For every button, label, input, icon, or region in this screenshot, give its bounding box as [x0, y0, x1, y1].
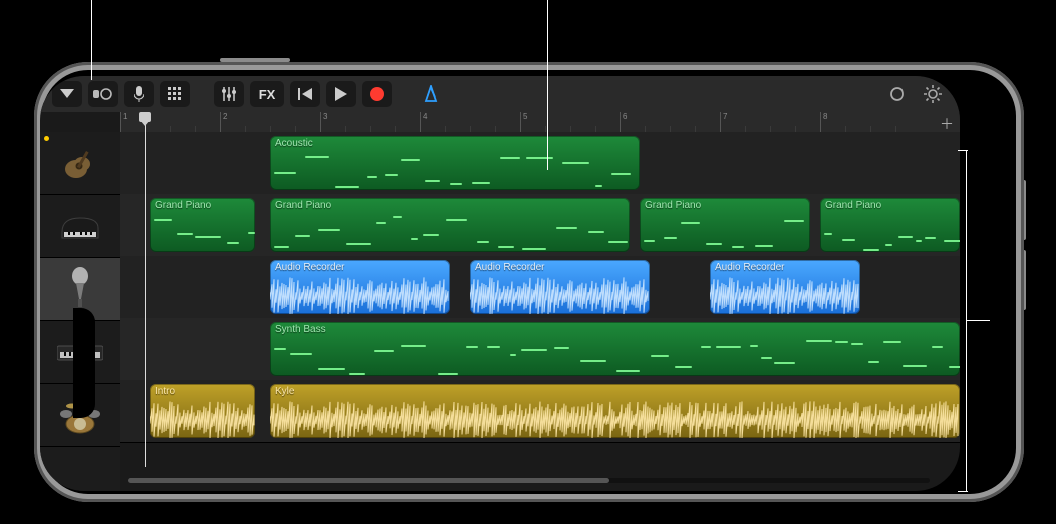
- track-lane[interactable]: Audio Recorder Audio Recorder Audio Record…: [120, 256, 960, 319]
- playhead[interactable]: [145, 112, 146, 467]
- rewind-button[interactable]: [290, 81, 320, 107]
- browser-menu-button[interactable]: [52, 81, 82, 107]
- mixer-button[interactable]: [214, 81, 244, 107]
- track-header-guitar[interactable]: [40, 132, 120, 195]
- region-label: Synth Bass: [270, 322, 960, 337]
- region[interactable]: Grand Piano: [150, 198, 255, 252]
- ruler-bar-5: 5: [520, 112, 527, 132]
- fx-button[interactable]: FX: [250, 81, 284, 107]
- region[interactable]: Synth Bass: [270, 322, 960, 376]
- mic-button[interactable]: [124, 81, 154, 107]
- ruler-bar-4: 4: [420, 112, 427, 132]
- track-lane[interactable]: Intro Kyle: [120, 380, 960, 443]
- app-screen: FX 1 2 3 4 5 6 7 8 ＋: [40, 76, 960, 491]
- region[interactable]: Grand Piano: [640, 198, 810, 252]
- region[interactable]: Audio Recorder: [270, 260, 450, 314]
- timeline-ruler[interactable]: 1 2 3 4 5 6 7 8: [120, 112, 960, 133]
- region-label: Intro: [150, 384, 255, 399]
- callout-line: [958, 150, 968, 151]
- ruler-bar-3: 3: [320, 112, 327, 132]
- region[interactable]: Acoustic: [270, 136, 640, 190]
- scrollbar-thumb[interactable]: [128, 478, 609, 483]
- ruler-bar-1: 1: [120, 112, 127, 132]
- callout-line: [958, 491, 968, 492]
- grid-button[interactable]: [160, 81, 190, 107]
- track-header-piano[interactable]: [40, 195, 120, 258]
- region[interactable]: Grand Piano: [820, 198, 960, 252]
- add-track-button[interactable]: ＋: [940, 114, 954, 134]
- play-button[interactable]: [326, 81, 356, 107]
- region-label: Grand Piano: [640, 198, 810, 213]
- region-label: Audio Recorder: [710, 260, 860, 275]
- region[interactable]: Grand Piano: [270, 198, 630, 252]
- ruler-bar-8: 8: [820, 112, 827, 132]
- region-label: Kyle: [270, 384, 960, 399]
- region-label: Audio Recorder: [270, 260, 450, 275]
- notch: [73, 308, 95, 418]
- region[interactable]: Audio Recorder: [710, 260, 860, 314]
- record-icon: [370, 87, 384, 101]
- region[interactable]: Intro: [150, 384, 255, 438]
- callout-line: [91, 0, 92, 80]
- region-label: Grand Piano: [270, 198, 630, 213]
- control-bar: FX: [40, 76, 960, 112]
- region-label: Acoustic: [270, 136, 640, 151]
- instrument-button[interactable]: [88, 81, 118, 107]
- stage: FX 1 2 3 4 5 6 7 8 ＋: [0, 0, 1056, 524]
- callout-line: [547, 0, 548, 170]
- callout-line: [966, 150, 967, 492]
- ruler-bar-2: 2: [220, 112, 227, 132]
- tracks-area[interactable]: AcousticGrand PianoGrand PianoGrand Pian…: [120, 132, 960, 491]
- ruler-bar-6: 6: [620, 112, 627, 132]
- track-lane[interactable]: Synth Bass: [120, 318, 960, 381]
- track-lane[interactable]: Acoustic: [120, 132, 960, 195]
- track-indicator-dot: [44, 136, 49, 141]
- metronome-button[interactable]: [416, 81, 446, 107]
- record-button[interactable]: [362, 81, 392, 107]
- settings-button[interactable]: [918, 81, 948, 107]
- track-lane[interactable]: Grand Piano Grand Piano Grand Piano Grand P…: [120, 194, 960, 257]
- region[interactable]: Kyle: [270, 384, 960, 438]
- region-label: Audio Recorder: [470, 260, 650, 275]
- horizontal-scrollbar[interactable]: [128, 478, 930, 483]
- region-label: Grand Piano: [150, 198, 255, 213]
- ruler-bar-7: 7: [720, 112, 727, 132]
- region-label: Grand Piano: [820, 198, 960, 213]
- region[interactable]: Audio Recorder: [470, 260, 650, 314]
- loop-button[interactable]: [882, 81, 912, 107]
- callout-line: [966, 320, 990, 321]
